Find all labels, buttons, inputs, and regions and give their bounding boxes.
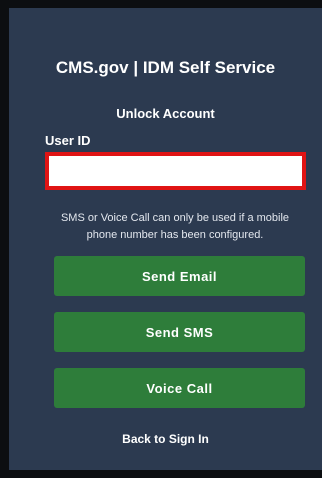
send-email-button[interactable]: Send Email [54,256,305,296]
voice-call-button[interactable]: Voice Call [54,368,305,408]
unlock-account-panel: CMS.gov | IDM Self Service Unlock Accoun… [9,8,322,470]
back-to-sign-in-link[interactable]: Back to Sign In [9,432,322,446]
user-id-label: User ID [45,133,91,148]
send-sms-button[interactable]: Send SMS [54,312,305,352]
page-title: CMS.gov | IDM Self Service [55,58,276,77]
user-id-input[interactable] [45,152,306,190]
screenshot-frame: CMS.gov | IDM Self Service Unlock Accoun… [0,0,322,483]
section-title: Unlock Account [116,106,215,121]
sms-voice-note: SMS or Voice Call can only be used if a … [60,212,290,241]
